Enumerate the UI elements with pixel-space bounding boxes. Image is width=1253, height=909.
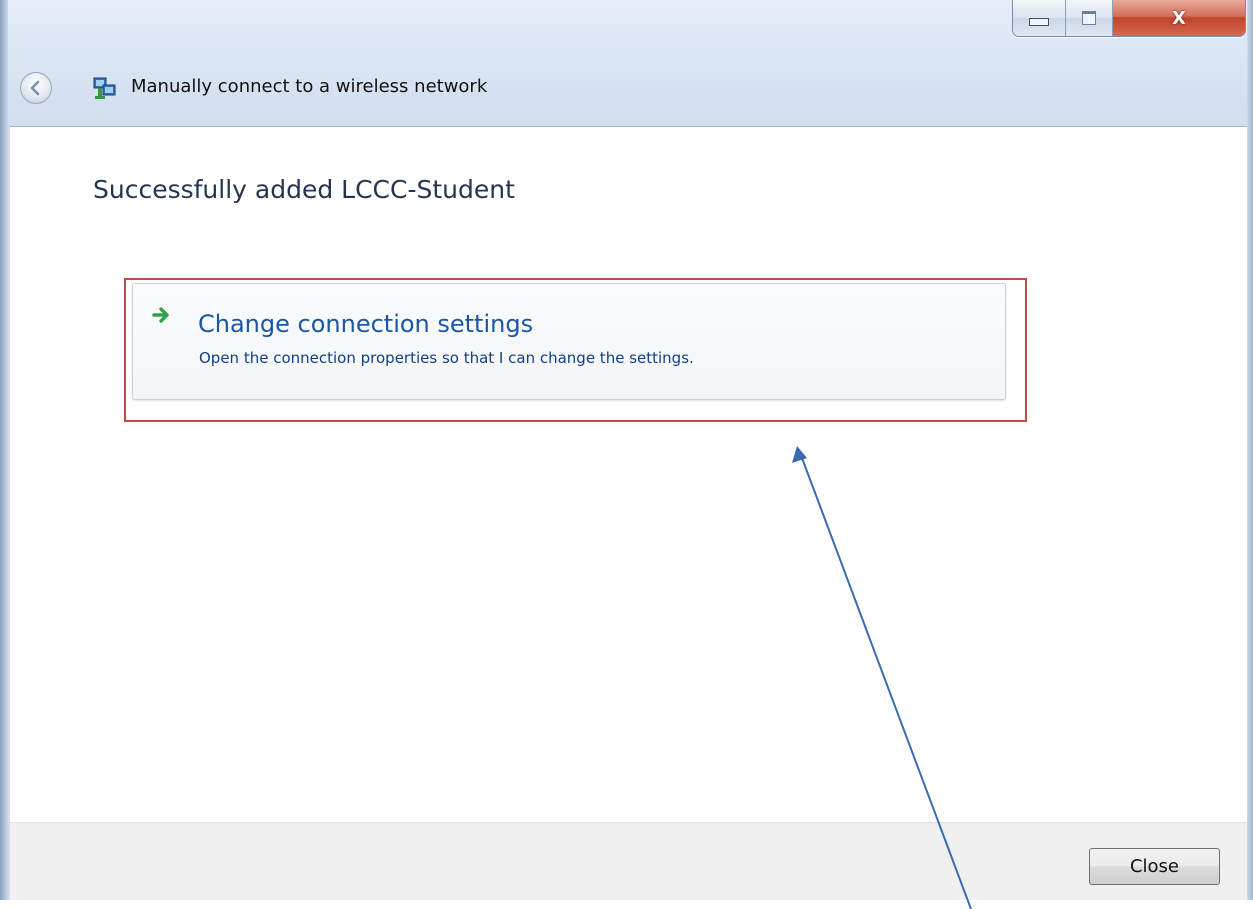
minimize-icon: [1029, 18, 1049, 26]
close-button[interactable]: Close: [1089, 848, 1220, 885]
window-title: Manually connect to a wireless network: [131, 76, 488, 97]
window-left-edge: [0, 0, 8, 900]
window-right-edge: [1247, 0, 1253, 900]
maximize-button[interactable]: [1066, 0, 1113, 36]
content-panel: Successfully added LCCC-Student Change c…: [10, 126, 1247, 823]
bottom-margin: [0, 900, 1253, 909]
window-close-button[interactable]: X: [1113, 0, 1245, 36]
page-heading: Successfully added LCCC-Student: [93, 175, 515, 204]
network-icon: [93, 77, 116, 99]
change-connection-settings-option[interactable]: Change connection settings Open the conn…: [132, 283, 1006, 400]
back-button[interactable]: [20, 72, 52, 104]
option-title: Change connection settings: [198, 310, 534, 338]
window-controls: X: [1012, 0, 1246, 37]
maximize-icon: [1082, 11, 1096, 25]
close-icon: X: [1172, 7, 1186, 29]
back-arrow-icon: [30, 80, 40, 96]
green-arrow-icon: [152, 307, 169, 323]
minimize-button[interactable]: [1013, 0, 1066, 36]
option-description: Open the connection properties so that I…: [199, 349, 694, 367]
footer-bar: Close: [10, 822, 1247, 901]
